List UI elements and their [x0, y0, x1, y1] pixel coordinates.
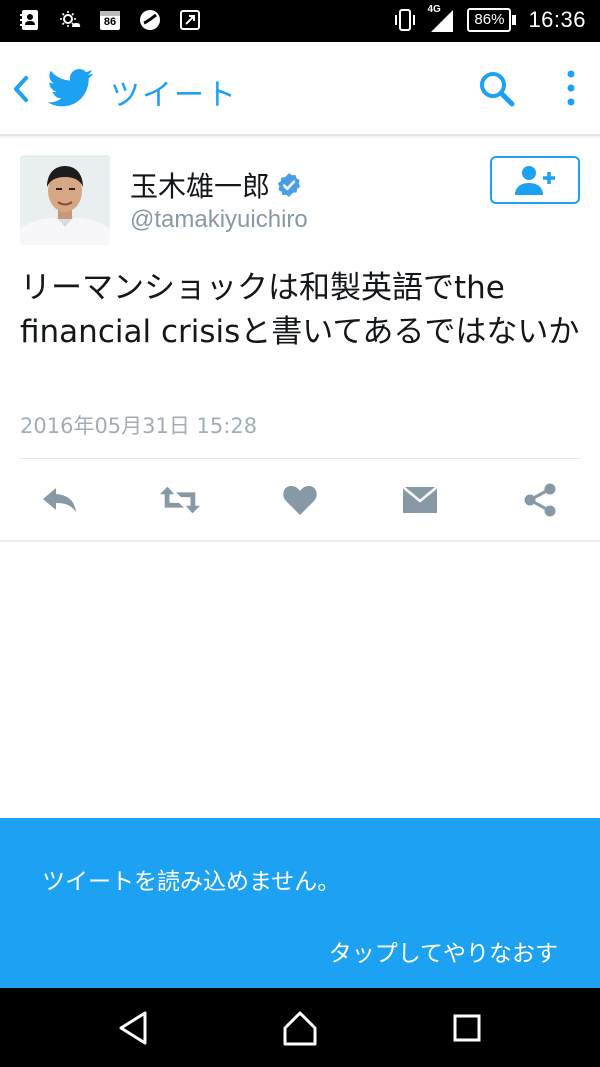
divider — [0, 540, 600, 542]
tweet-timestamp: 2016年05月31日 15:28 — [20, 414, 258, 438]
verified-badge-icon — [277, 173, 301, 197]
reply-button[interactable] — [38, 478, 82, 522]
navigation-bar — [0, 988, 600, 1067]
back-triangle-icon[interactable] — [113, 1008, 153, 1048]
follow-button[interactable] — [490, 156, 580, 204]
tweet-text: リーマンショックは和製英語でthe financial crisisと書いてある… — [20, 270, 580, 350]
more-vert-icon[interactable] — [556, 68, 586, 110]
error-banner: ツイートを読み込めません。 タップしてやりなおす — [0, 818, 600, 988]
calendar-icon: 86 — [98, 8, 122, 32]
avatar-image — [20, 155, 110, 245]
contact-notification-icon — [20, 10, 38, 30]
app-bar: ツイート — [0, 42, 600, 136]
user-name[interactable]: 玉木雄一郎 — [130, 165, 302, 205]
clock: 16:36 — [528, 7, 586, 32]
search-icon[interactable] — [476, 68, 518, 110]
add-user-icon — [515, 166, 555, 195]
recent-apps-icon[interactable] — [447, 1008, 487, 1048]
retweet-icon — [159, 486, 201, 514]
avatar[interactable] — [20, 155, 110, 245]
home-icon[interactable] — [280, 1008, 320, 1048]
signal-indicator: 4G — [427, 4, 455, 34]
user-name-text: 玉木雄一郎 — [130, 170, 271, 203]
divider — [20, 458, 580, 459]
twitter-bird-icon — [48, 69, 94, 107]
share-button[interactable] — [518, 478, 562, 522]
battery-level: 86% — [467, 8, 512, 32]
status-bar: 86 4G 86% 16:36 — [0, 0, 600, 42]
screen-share-icon — [180, 10, 200, 30]
notification-icons: 86 — [18, 8, 202, 32]
error-message: ツイートを読み込めません。 — [42, 869, 341, 895]
like-button[interactable] — [278, 478, 322, 522]
retry-button[interactable]: タップしてやりなおす — [329, 934, 558, 968]
system-indicators: 4G 86% 16:36 — [393, 4, 586, 34]
battery-indicator: 86% — [467, 8, 517, 32]
battery-tip — [512, 15, 517, 25]
share-icon — [524, 483, 556, 517]
retweet-button[interactable] — [158, 478, 202, 522]
vibrate-icon — [395, 9, 416, 31]
reply-icon — [43, 488, 76, 512]
chevron-left-icon[interactable] — [8, 72, 34, 106]
heart-icon — [283, 486, 317, 515]
direct-message-button[interactable] — [398, 478, 442, 522]
app-notification-icon — [140, 10, 160, 30]
weather-icon — [60, 11, 81, 27]
network-type: 4G — [427, 4, 441, 15]
calendar-badge: 86 — [103, 16, 117, 28]
page-title: ツイート — [110, 78, 238, 113]
user-handle[interactable]: @tamakiyuichiro — [130, 206, 308, 234]
tweet-actions — [0, 470, 600, 530]
envelope-icon — [402, 486, 438, 513]
